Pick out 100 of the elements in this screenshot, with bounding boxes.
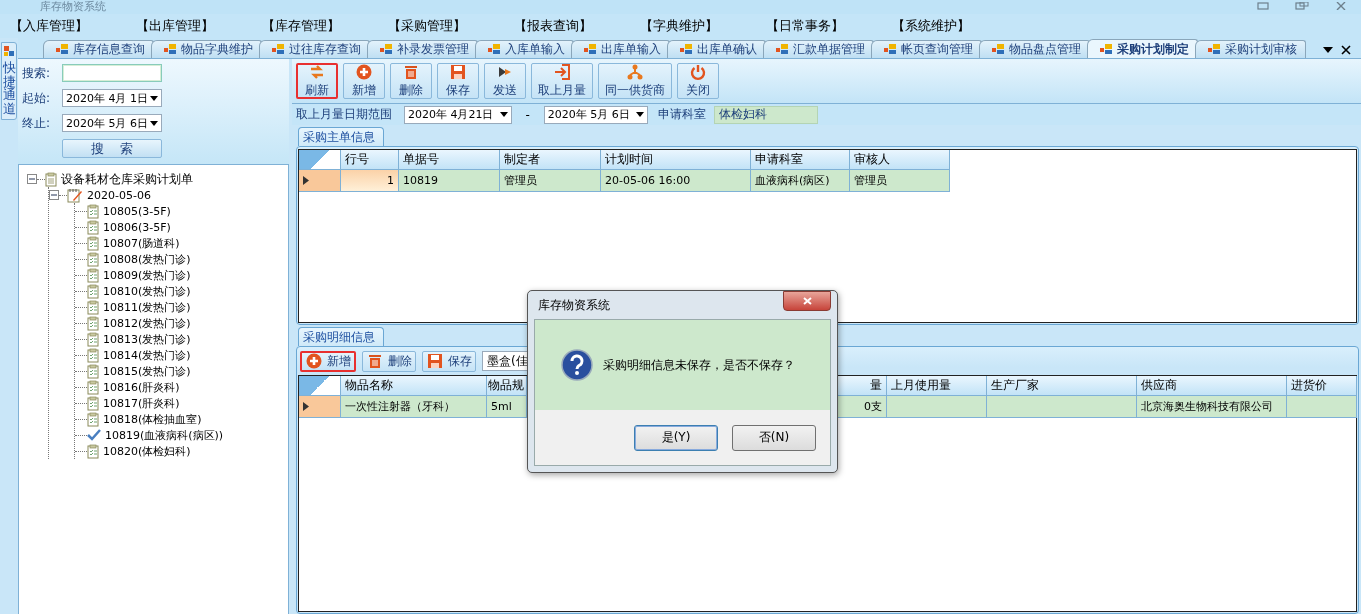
tab[interactable]: 汇款单据管理 <box>763 40 874 58</box>
row-header[interactable] <box>299 170 341 192</box>
column-header[interactable]: 供应商 <box>1137 376 1287 396</box>
date-picker[interactable]: 2020年 5月 6日 <box>543 105 648 124</box>
tree-item[interactable]: 10809(发热门诊) <box>75 267 288 283</box>
tree-item[interactable]: 2020-05-06 <box>49 187 288 203</box>
menu-item[interactable]: 【入库管理】 <box>10 17 136 35</box>
tab-icon <box>1208 44 1221 55</box>
checklist-icon <box>87 331 99 347</box>
row-header[interactable] <box>299 396 341 418</box>
tab[interactable]: 物品盘点管理 <box>979 40 1090 58</box>
trash-icon <box>402 63 420 81</box>
tab-icon <box>1100 43 1113 55</box>
tree-item[interactable]: 10818(体检抽血室) <box>75 411 288 427</box>
menu-item[interactable]: 【报表查询】 <box>514 17 640 35</box>
tree-item[interactable]: 10816(肝炎科) <box>75 379 288 395</box>
tab[interactable]: 物品字典维护 <box>151 40 262 58</box>
toolbar-button[interactable]: 保存 <box>422 350 476 372</box>
menu-item[interactable]: 【字典维护】 <box>640 17 766 35</box>
checklist-icon <box>87 315 99 331</box>
menu-item[interactable]: 【库存管理】 <box>262 17 388 35</box>
column-header[interactable]: 行号 <box>341 150 399 170</box>
date-picker[interactable]: 2020年 4月21日 <box>404 105 512 124</box>
tree-item[interactable]: 10813(发热门诊) <box>75 331 288 347</box>
column-header[interactable]: 量 <box>838 376 887 396</box>
tree-item[interactable]: 10808(发热门诊) <box>75 251 288 267</box>
import-icon <box>553 63 571 81</box>
close-icon <box>1341 45 1351 55</box>
tree-item[interactable]: 10810(发热门诊) <box>75 283 288 299</box>
tree-item[interactable]: 10819(血液病科(病区)) <box>75 427 288 443</box>
toolbar-button[interactable]: 关闭 <box>677 63 719 99</box>
tree-item[interactable]: 10807(肠道科) <box>75 235 288 251</box>
quick-access-tab[interactable]: 快捷通道 <box>1 42 17 120</box>
tab[interactable]: 补录发票管理 <box>367 40 478 58</box>
toolbar-button[interactable]: 刷新 <box>296 63 338 99</box>
menu-item[interactable]: 【日常事务】 <box>766 17 892 35</box>
column-header[interactable]: 单据号 <box>399 150 500 170</box>
toolbar-button[interactable]: 删除 <box>390 63 432 99</box>
checklist-icon <box>87 411 99 427</box>
date-picker[interactable]: 2020年 4月 1日 <box>62 89 162 107</box>
toolbar-button[interactable]: 删除 <box>362 350 416 372</box>
toolbar-button[interactable]: 新增 <box>300 350 356 372</box>
column-header[interactable]: 物品规 <box>487 376 527 396</box>
column-header[interactable]: 计划时间 <box>601 150 751 170</box>
search-field[interactable] <box>62 64 162 82</box>
toolbar-button[interactable]: 取上月量 <box>531 63 593 99</box>
dialog-button[interactable]: 是(Y) <box>634 424 718 451</box>
tree-item[interactable]: 10805(3-5F) <box>75 203 288 219</box>
table-cell: 1 <box>341 170 399 192</box>
minus-icon <box>51 192 57 198</box>
table-cell: 0支 <box>838 396 887 418</box>
tree-item[interactable]: 10812(发热门诊) <box>75 315 288 331</box>
column-header[interactable]: 制定者 <box>500 150 601 170</box>
tree-item[interactable]: 10811(发热门诊) <box>75 299 288 315</box>
tree-item[interactable]: 10814(发热门诊) <box>75 347 288 363</box>
tab[interactable]: 出库单输入 <box>571 40 670 58</box>
range-separator: - <box>525 107 530 122</box>
tab[interactable]: 库存信息查询 <box>43 40 154 58</box>
item-field[interactable]: 墨盒(佳 <box>482 351 528 371</box>
collapse-icon[interactable] <box>27 174 37 184</box>
tab[interactable]: 入库单输入 <box>475 40 574 58</box>
department-field[interactable]: 体检妇科 <box>713 105 818 124</box>
group-title: 采购主单信息 <box>298 127 384 146</box>
column-header[interactable]: 物品名称 <box>341 376 487 396</box>
tab[interactable]: 采购计划制定 <box>1087 39 1198 58</box>
field-label: 终止: <box>22 114 52 132</box>
tab[interactable]: 出库单确认 <box>667 40 766 58</box>
checklist-icon <box>87 395 99 411</box>
table-cell: 10819 <box>399 170 500 192</box>
menu-item[interactable]: 【出库管理】 <box>136 17 262 35</box>
date-picker[interactable]: 2020年 5月 6日 <box>62 114 162 132</box>
tree-item[interactable]: 10820(体检妇科) <box>75 443 288 459</box>
column-header[interactable]: 上月使用量 <box>887 376 987 396</box>
tree-item[interactable]: 设备耗材仓库采购计划单 <box>27 171 288 187</box>
tab[interactable]: 帐页查询管理 <box>871 40 982 58</box>
checklist-icon <box>87 203 99 219</box>
notepad-icon <box>67 187 83 203</box>
restore-icon <box>1295 2 1309 10</box>
column-header[interactable]: 申请科室 <box>751 150 850 170</box>
toolbar-button[interactable]: 保存 <box>437 63 479 99</box>
toolbar-button[interactable]: 同一供货商 <box>598 63 672 99</box>
column-header[interactable]: 生产厂家 <box>987 376 1137 396</box>
menu-item[interactable]: 【采购管理】 <box>388 17 514 35</box>
tab[interactable]: 过往库存查询 <box>259 40 370 58</box>
menu-item[interactable]: 【系统维护】 <box>892 17 1018 35</box>
toolbar-button[interactable]: 发送 <box>484 63 526 99</box>
column-header[interactable]: 进货价 <box>1287 376 1357 396</box>
tree-item[interactable]: 10806(3-5F) <box>75 219 288 235</box>
tree-item[interactable]: 10817(肝炎科) <box>75 395 288 411</box>
dialog-button[interactable]: 否(N) <box>732 424 816 451</box>
close-button[interactable] <box>783 291 831 311</box>
collapse-icon[interactable] <box>49 190 59 200</box>
tree-item[interactable]: 10815(发热门诊) <box>75 363 288 379</box>
toolbar-button[interactable]: 新增 <box>343 63 385 99</box>
tab[interactable]: 采购计划审核 <box>1195 40 1306 58</box>
close-icon <box>802 297 812 305</box>
table-cell: 一次性注射器（牙科） <box>341 396 487 418</box>
search-button[interactable]: 搜 索 <box>62 139 162 158</box>
checklist-icon <box>87 443 99 459</box>
column-header[interactable]: 审核人 <box>850 150 950 170</box>
